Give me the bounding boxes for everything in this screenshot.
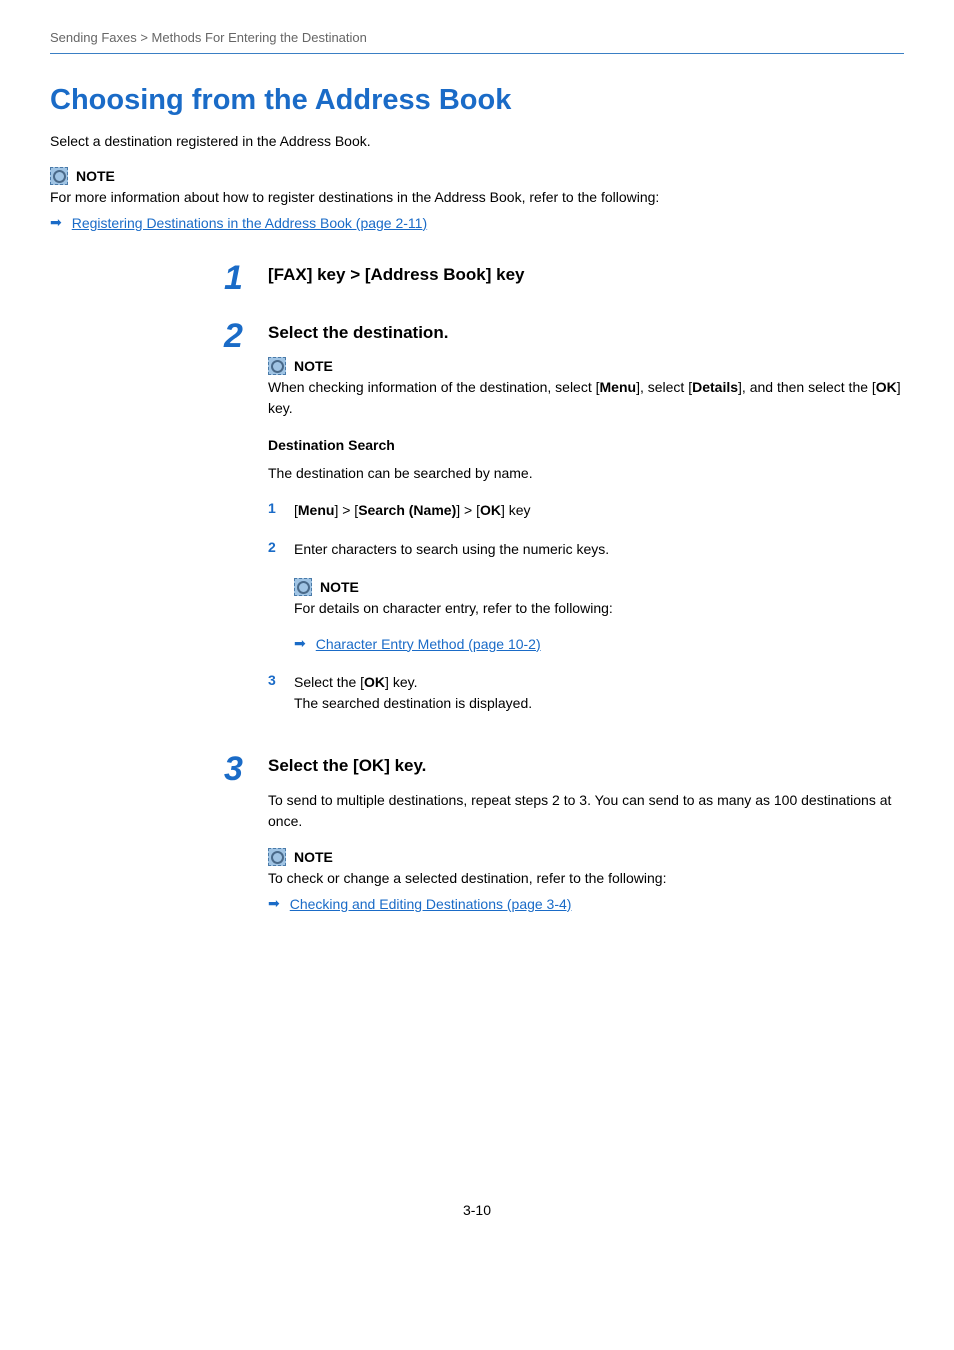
t: Select the [	[294, 674, 364, 690]
note-label: NOTE	[294, 849, 333, 865]
note-icon	[294, 578, 312, 596]
substep-content: Enter characters to search using the num…	[294, 539, 904, 560]
search-name-key: Search (Name)	[358, 502, 456, 518]
ok-key: OK	[480, 502, 501, 518]
substep-3: 3 Select the [OK] key. The searched dest…	[268, 672, 904, 714]
step-number-2: 2	[224, 319, 250, 732]
substep-content: [Menu] > [Search (Name)] > [OK] key	[294, 500, 904, 521]
substep-1: 1 [Menu] > [Search (Name)] > [OK] key	[268, 500, 904, 521]
note-label: NOTE	[320, 579, 359, 595]
step-number-3: 3	[224, 752, 250, 922]
note-label: NOTE	[76, 168, 115, 184]
note-label: NOTE	[294, 358, 333, 374]
page-number: 3-10	[50, 1202, 904, 1218]
note-icon	[268, 357, 286, 375]
step-3-desc: To send to multiple destinations, repeat…	[268, 790, 904, 832]
note-icon	[50, 167, 68, 185]
step-2-title: Select the destination.	[268, 323, 904, 343]
t: ] key	[501, 502, 531, 518]
checking-editing-link[interactable]: Checking and Editing Destinations (page …	[290, 896, 572, 912]
step-3-title: Select the [OK] key.	[268, 756, 904, 776]
note-text: For more information about how to regist…	[50, 187, 904, 208]
substep-number: 1	[268, 500, 282, 521]
note-text: When checking information of the destina…	[268, 377, 904, 419]
menu-key: Menu	[600, 379, 637, 395]
ok-key: OK	[876, 379, 897, 395]
t: ], and then select the [	[738, 379, 876, 395]
arrow-right-icon: ➡	[50, 214, 62, 231]
ok-key: OK	[364, 674, 385, 690]
menu-key: Menu	[298, 502, 335, 518]
character-entry-link[interactable]: Character Entry Method (page 10-2)	[316, 636, 541, 652]
note-icon	[268, 848, 286, 866]
substep-2: 2 Enter characters to search using the n…	[268, 539, 904, 560]
intro-text: Select a destination registered in the A…	[50, 133, 904, 149]
substep-number: 2	[268, 539, 282, 560]
arrow-right-icon: ➡	[268, 895, 280, 912]
arrow-right-icon: ➡	[294, 635, 306, 652]
t: ] > [	[334, 502, 358, 518]
t: The searched destination is displayed.	[294, 695, 532, 711]
t: ], select [	[636, 379, 692, 395]
breadcrumb: Sending Faxes > Methods For Entering the…	[50, 30, 904, 45]
t: ] > [	[456, 502, 480, 518]
page-title: Choosing from the Address Book	[50, 84, 904, 117]
substep-number: 3	[268, 672, 282, 714]
note-header: NOTE	[50, 167, 904, 185]
note-text: To check or change a selected destinatio…	[268, 868, 904, 889]
note-header: NOTE	[268, 848, 904, 866]
details-key: Details	[692, 379, 738, 395]
register-destinations-link[interactable]: Registering Destinations in the Address …	[72, 215, 427, 231]
divider	[50, 53, 904, 54]
step-1-title: [FAX] key > [Address Book] key	[268, 265, 904, 285]
step-1: 1 [FAX] key > [Address Book] key	[224, 261, 904, 299]
t: ] key.	[385, 674, 417, 690]
t: When checking information of the destina…	[268, 379, 600, 395]
note-header: NOTE	[294, 578, 904, 596]
destination-search-desc: The destination can be searched by name.	[268, 463, 904, 484]
substep-content: Select the [OK] key. The searched destin…	[294, 672, 904, 714]
step-3: 3 Select the [OK] key. To send to multip…	[224, 752, 904, 922]
step-number-1: 1	[224, 261, 250, 299]
note-text: For details on character entry, refer to…	[294, 598, 904, 619]
destination-search-heading: Destination Search	[268, 437, 904, 453]
note-header: NOTE	[268, 357, 904, 375]
step-2: 2 Select the destination. NOTE When chec…	[224, 319, 904, 732]
